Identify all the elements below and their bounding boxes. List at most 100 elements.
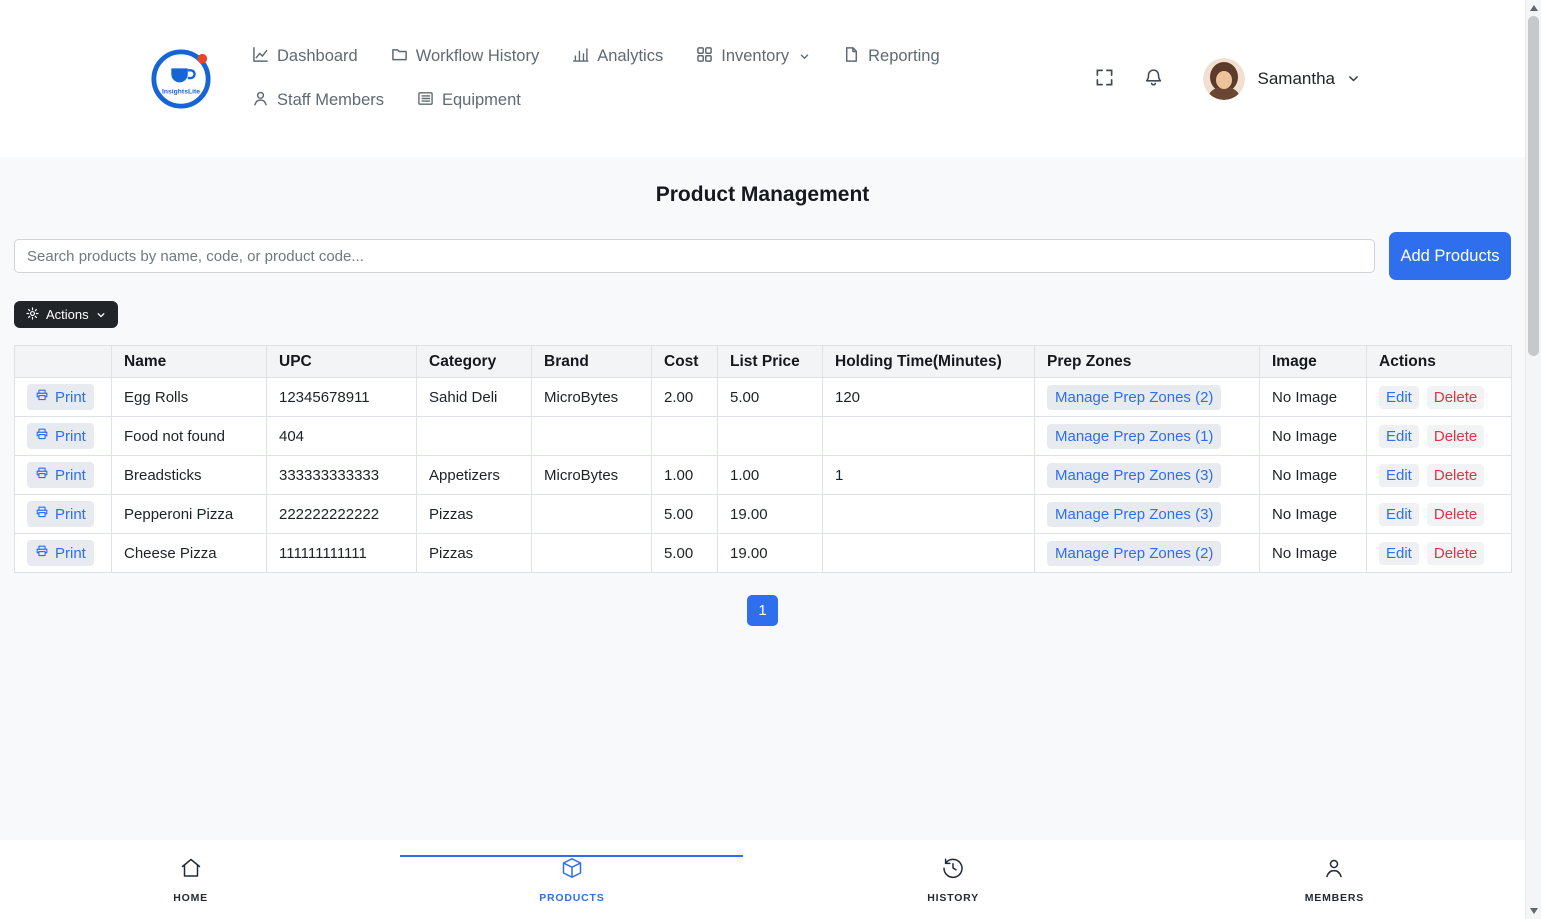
cell-list-price: 1.00 — [717, 455, 823, 495]
cell-cost: 5.00 — [651, 494, 718, 534]
print-button[interactable]: Print — [27, 384, 94, 410]
cell-print: Print — [14, 455, 112, 495]
manage-prep-zones-button[interactable]: Manage Prep Zones (3) — [1047, 462, 1222, 488]
column-header: Prep Zones — [1034, 345, 1260, 378]
cell-brand — [531, 494, 652, 534]
brand-logo-icon: InsightsLite — [151, 48, 211, 109]
print-label: Print — [55, 388, 86, 406]
cell-upc: 111111111111 — [266, 533, 417, 573]
bell-icon — [1144, 68, 1163, 90]
user-menu-chevron-down-icon[interactable] — [1347, 72, 1360, 85]
page-1-button[interactable]: 1 — [747, 595, 778, 626]
delete-button[interactable]: Delete — [1426, 541, 1485, 565]
manage-prep-zones-button[interactable]: Manage Prep Zones (2) — [1047, 384, 1222, 410]
cell-list-price: 5.00 — [717, 377, 823, 417]
user-name[interactable]: Samantha — [1258, 69, 1336, 89]
table-header-row: Name UPC Category Brand Cost List Price Holdin… — [14, 345, 1512, 378]
cell-prep-zones: Manage Prep Zones (3) — [1034, 494, 1260, 534]
actions-button[interactable]: Actions — [14, 301, 118, 328]
column-header: Name — [111, 345, 267, 378]
fullscreen-icon — [1095, 68, 1114, 90]
cell-list-price — [717, 416, 823, 456]
column-header: Actions — [1366, 345, 1512, 378]
bottomnav-home[interactable]: HOME — [0, 840, 381, 919]
brand-logo[interactable]: InsightsLite — [150, 48, 212, 110]
edit-button[interactable]: Edit — [1379, 541, 1419, 565]
cell-cost: 1.00 — [651, 455, 718, 495]
cell-image: No Image — [1259, 455, 1367, 495]
print-button[interactable]: Print — [27, 501, 94, 527]
column-header — [14, 345, 112, 378]
nav-item-inventory[interactable]: Inventory — [696, 46, 810, 68]
cell-image: No Image — [1259, 377, 1367, 417]
bottomnav-label: PRODUCTS — [539, 891, 605, 904]
nav-label: Staff Members — [277, 91, 384, 109]
delete-button[interactable]: Delete — [1426, 463, 1485, 487]
chevron-down-icon — [799, 51, 810, 62]
table-row: Print Cheese Pizza 111111111111 Pizzas 5… — [14, 533, 1512, 573]
cell-upc: 12345678911 — [266, 377, 417, 417]
edit-button[interactable]: Edit — [1379, 424, 1419, 448]
printer-icon — [35, 544, 49, 562]
nav-item-staff-members[interactable]: Staff Members — [252, 90, 384, 112]
delete-button[interactable]: Delete — [1426, 502, 1485, 526]
bottomnav-history[interactable]: HISTORY — [763, 840, 1144, 919]
notifications-button[interactable] — [1140, 64, 1167, 94]
print-button[interactable]: Print — [27, 462, 94, 488]
cell-name: Cheese Pizza — [111, 533, 267, 573]
bottomnav-products[interactable]: PRODUCTS — [381, 840, 762, 919]
cell-prep-zones: Manage Prep Zones (3) — [1034, 455, 1260, 495]
cell-upc: 404 — [266, 416, 417, 456]
nav-item-equipment[interactable]: Equipment — [417, 90, 521, 112]
print-label: Print — [55, 505, 86, 523]
search-input[interactable] — [14, 239, 1375, 273]
edit-button[interactable]: Edit — [1379, 385, 1419, 409]
print-button[interactable]: Print — [27, 423, 94, 449]
fullscreen-button[interactable] — [1091, 64, 1118, 94]
cell-category: Appetizers — [416, 455, 532, 495]
product-table-body: Print Egg Rolls 12345678911 Sahid Deli M… — [14, 377, 1512, 573]
manage-prep-zones-button[interactable]: Manage Prep Zones (1) — [1047, 423, 1222, 449]
cell-print: Print — [14, 494, 112, 534]
print-button[interactable]: Print — [27, 540, 94, 566]
bottomnav-label: HISTORY — [927, 891, 979, 904]
delete-button[interactable]: Delete — [1426, 385, 1485, 409]
bottomnav-members[interactable]: MEMBERS — [1144, 840, 1525, 919]
nav-item-dashboard[interactable]: Dashboard — [252, 46, 358, 68]
cell-actions: Edit Delete — [1366, 494, 1512, 534]
column-header: Image — [1259, 345, 1367, 378]
scrollbar-up-arrow[interactable] — [1530, 5, 1538, 11]
add-products-button[interactable]: Add Products — [1389, 232, 1511, 280]
cell-cost: 5.00 — [651, 533, 718, 573]
printer-icon — [35, 427, 49, 445]
edit-button[interactable]: Edit — [1379, 463, 1419, 487]
manage-prep-zones-button[interactable]: Manage Prep Zones (2) — [1047, 540, 1222, 566]
nav-item-analytics[interactable]: Analytics — [572, 46, 663, 68]
delete-button[interactable]: Delete — [1426, 424, 1485, 448]
cell-category: Pizzas — [416, 494, 532, 534]
file-icon — [843, 46, 860, 68]
page-title: Product Management — [655, 183, 870, 206]
table-row: Print Breadsticks 333333333333 Appetizer… — [14, 455, 1512, 495]
person-icon — [1322, 856, 1346, 885]
nav-label: Workflow History — [415, 47, 540, 65]
scrollbar[interactable] — [1525, 0, 1541, 919]
cell-name: Breadsticks — [111, 455, 267, 495]
scrollbar-down-arrow[interactable] — [1530, 908, 1538, 914]
cell-category: Sahid Deli — [416, 377, 532, 417]
avatar[interactable] — [1202, 57, 1245, 100]
manage-prep-zones-button[interactable]: Manage Prep Zones (3) — [1047, 501, 1222, 527]
cell-brand — [531, 533, 652, 573]
nav-label: Equipment — [441, 91, 521, 109]
cell-image: No Image — [1259, 494, 1367, 534]
bottomnav-label: MEMBERS — [1304, 891, 1365, 904]
house-icon — [179, 856, 203, 885]
edit-button[interactable]: Edit — [1379, 502, 1419, 526]
cell-name: Egg Rolls — [111, 377, 267, 417]
nav-item-workflow-history[interactable]: Workflow History — [391, 46, 539, 68]
scrollbar-thumb[interactable] — [1528, 16, 1539, 356]
cell-holding-time: 120 — [822, 377, 1035, 417]
nav-label: Dashboard — [277, 47, 358, 65]
nav-item-reporting[interactable]: Reporting — [843, 46, 940, 68]
bar-chart-icon — [572, 46, 589, 68]
